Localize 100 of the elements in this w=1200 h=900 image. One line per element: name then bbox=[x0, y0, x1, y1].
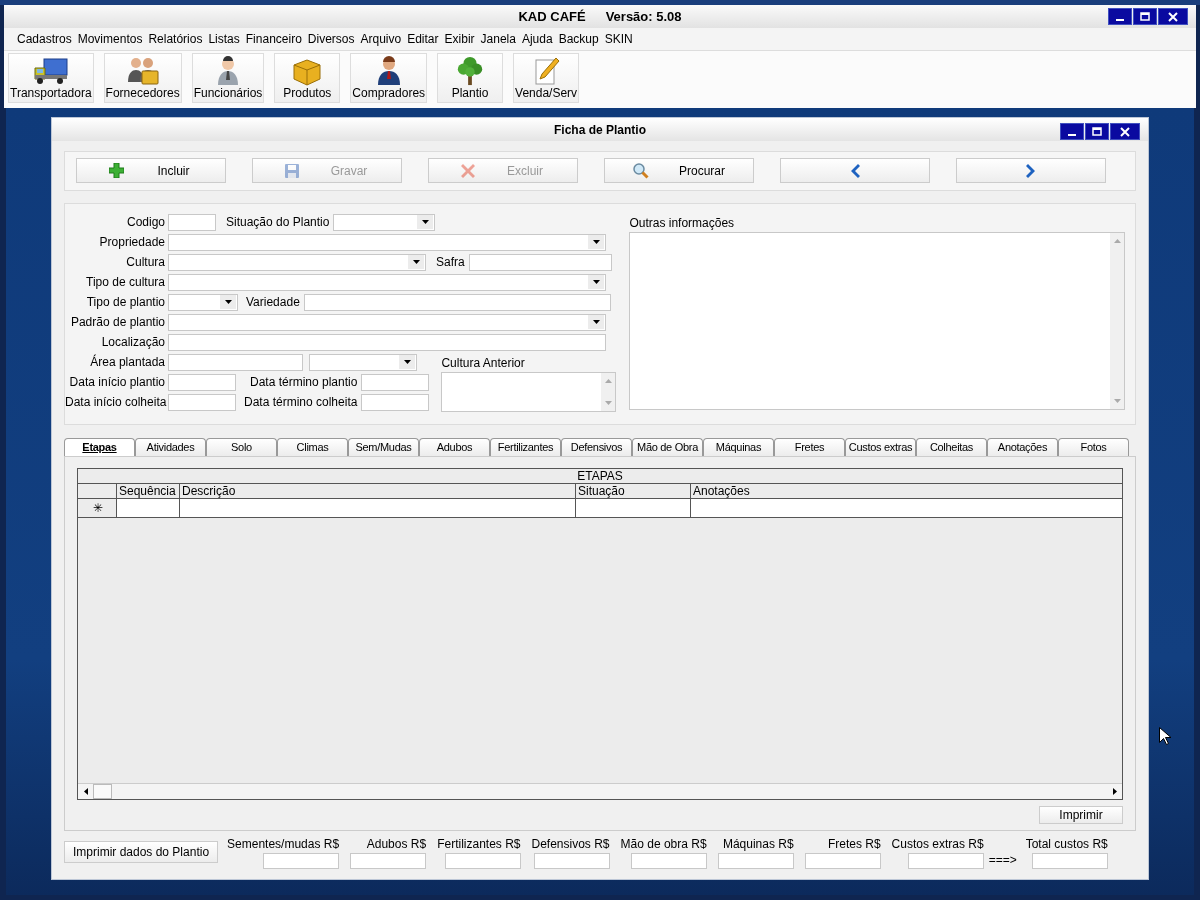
plus-icon bbox=[108, 163, 124, 178]
input-field[interactable] bbox=[168, 213, 216, 231]
input-field[interactable] bbox=[468, 253, 612, 271]
tab[interactable]: Máquinas bbox=[703, 438, 774, 456]
tab[interactable]: Anotações bbox=[987, 438, 1058, 456]
right-arrow-icon bbox=[1026, 163, 1036, 178]
scrollbar[interactable] bbox=[1110, 233, 1125, 409]
scrollbar[interactable] bbox=[78, 783, 1122, 799]
field-label: Fretes R$ bbox=[827, 837, 881, 851]
toolbar-button[interactable]: Plantio bbox=[437, 53, 504, 103]
tab[interactable]: Custos extras bbox=[845, 438, 916, 456]
minimize-icon bbox=[1068, 133, 1076, 136]
tab[interactable]: Adubos bbox=[419, 438, 490, 456]
tab[interactable]: Mão de Obra bbox=[632, 438, 703, 456]
tab[interactable]: Fertilizantes bbox=[490, 438, 561, 456]
field-label: Total custos R$ bbox=[1025, 837, 1108, 851]
maximize-button[interactable] bbox=[1085, 123, 1109, 140]
maximize-button[interactable] bbox=[1133, 8, 1157, 25]
field-label: Mão de obra R$ bbox=[620, 837, 707, 851]
tab[interactable]: Defensivos bbox=[561, 438, 632, 456]
scroll-right-icon[interactable] bbox=[1112, 788, 1117, 795]
input-field[interactable] bbox=[303, 293, 611, 311]
menu-item[interactable]: Movimentos bbox=[74, 32, 146, 46]
menu-item[interactable]: Financeiro bbox=[242, 32, 305, 46]
field-label: Sementes/mudas R$ bbox=[227, 837, 340, 851]
scroll-down-icon[interactable] bbox=[1113, 399, 1121, 403]
toolbar-button[interactable]: Funcionários bbox=[191, 53, 265, 103]
print-button[interactable]: Imprimir dados do Plantio bbox=[64, 841, 219, 863]
menu-item[interactable]: Janela bbox=[477, 32, 519, 46]
cursor-icon bbox=[1159, 727, 1171, 745]
scroll-down-icon[interactable] bbox=[604, 401, 612, 405]
menu-item[interactable]: Exibir bbox=[441, 32, 478, 46]
action-button[interactable] bbox=[780, 158, 930, 183]
menu-item[interactable]: Ajuda bbox=[518, 32, 556, 46]
tab[interactable]: Sem/Mudas bbox=[348, 438, 419, 456]
field-label: Localização bbox=[100, 335, 165, 349]
input-field[interactable] bbox=[361, 393, 430, 411]
input-field[interactable] bbox=[804, 853, 881, 869]
close-button[interactable] bbox=[1158, 8, 1188, 25]
minimize-icon bbox=[1116, 18, 1124, 21]
input-field[interactable] bbox=[907, 853, 984, 869]
minimize-button[interactable] bbox=[1060, 123, 1084, 140]
field-label: Outras informações bbox=[629, 215, 736, 232]
action-button[interactable]: Procurar bbox=[604, 158, 754, 183]
input-field[interactable] bbox=[168, 333, 606, 351]
input-field[interactable] bbox=[1031, 853, 1108, 869]
tab[interactable]: Etapas bbox=[64, 438, 135, 456]
input-field[interactable] bbox=[630, 853, 707, 869]
toolbar-button[interactable]: Venda/Serv bbox=[513, 53, 580, 103]
toolbar-button[interactable]: Transportadora bbox=[8, 53, 94, 103]
menu-item[interactable]: Editar bbox=[404, 32, 442, 46]
toolbar-button[interactable]: Compradores bbox=[350, 53, 428, 103]
action-button[interactable] bbox=[956, 158, 1106, 183]
tab[interactable]: Solo bbox=[206, 438, 277, 456]
save-icon bbox=[285, 163, 299, 178]
tab[interactable]: Atividades bbox=[135, 438, 206, 456]
menu-item[interactable]: Listas bbox=[205, 32, 243, 46]
table-cell[interactable] bbox=[180, 499, 576, 518]
print-button[interactable]: Imprimir bbox=[1039, 806, 1123, 824]
field-label: Área plantada bbox=[89, 355, 165, 369]
field-label: Codigo bbox=[125, 215, 165, 229]
text-area[interactable] bbox=[629, 232, 1126, 410]
tab[interactable]: Colheitas bbox=[916, 438, 987, 456]
tab[interactable]: Fretes bbox=[774, 438, 845, 456]
close-icon bbox=[1168, 11, 1178, 22]
input-field[interactable] bbox=[168, 353, 303, 371]
input-field[interactable] bbox=[717, 853, 794, 869]
scroll-thumb[interactable] bbox=[93, 784, 112, 799]
input-field[interactable] bbox=[168, 393, 236, 411]
field-label: Data início colheita bbox=[65, 395, 165, 409]
toolbar-button[interactable]: Produtos bbox=[274, 53, 341, 103]
menu-item[interactable]: Relatórios bbox=[145, 32, 206, 46]
table-cell[interactable] bbox=[117, 499, 180, 518]
input-field[interactable] bbox=[168, 373, 236, 391]
close-button[interactable] bbox=[1110, 123, 1140, 140]
maximize-icon bbox=[1092, 126, 1102, 137]
menu-item[interactable]: Arquivo bbox=[357, 32, 405, 46]
menu-item[interactable]: Cadastros bbox=[14, 32, 75, 46]
menu-item[interactable]: Diversos bbox=[304, 32, 358, 46]
toolbar-button[interactable]: Fornecedores bbox=[103, 53, 182, 103]
menu-item[interactable]: Backup bbox=[555, 32, 602, 46]
scroll-up-icon[interactable] bbox=[1113, 239, 1121, 243]
minimize-button[interactable] bbox=[1108, 8, 1132, 25]
tab[interactable]: Fotos bbox=[1058, 438, 1129, 456]
input-field[interactable] bbox=[350, 853, 427, 869]
input-field[interactable] bbox=[361, 373, 430, 391]
text-area[interactable] bbox=[441, 372, 617, 412]
scroll-left-icon[interactable] bbox=[83, 788, 88, 795]
action-button[interactable]: Incluir bbox=[76, 158, 226, 183]
tab[interactable]: Climas bbox=[277, 438, 348, 456]
table-cell[interactable] bbox=[691, 499, 1122, 518]
field-label: Defensivos R$ bbox=[531, 837, 610, 851]
field-label: Data início plantio bbox=[68, 375, 165, 389]
scrollbar[interactable] bbox=[601, 373, 616, 411]
input-field[interactable] bbox=[533, 853, 610, 869]
scroll-up-icon[interactable] bbox=[604, 379, 612, 383]
table-cell[interactable] bbox=[576, 499, 691, 518]
input-field[interactable] bbox=[444, 853, 521, 869]
menu-item[interactable]: SKIN bbox=[601, 32, 636, 46]
input-field[interactable] bbox=[263, 853, 340, 869]
